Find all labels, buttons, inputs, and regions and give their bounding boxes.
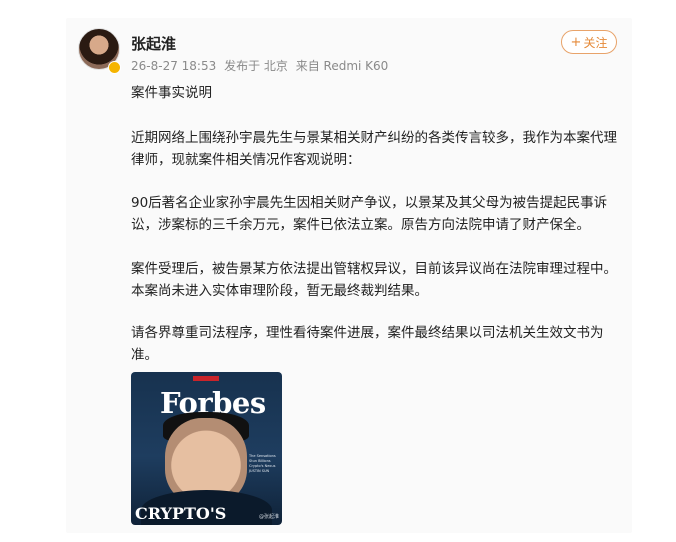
post-device: 来自 Redmi K60 (295, 59, 389, 73)
post-paragraph: 请各界尊重司法程序，理性看待案件进展，案件最终结果以司法机关生效文书为 准。 (131, 322, 621, 366)
post-text-line: 案件受理后，被告景某方依法提出管辖权异议，目前该异议尚在法院审理过程中。 (131, 261, 617, 277)
post-text-line: 律师，现就案件相关情况作客观说明： (131, 152, 361, 168)
cover-headline: CRYPTO'S (135, 504, 227, 523)
verified-badge-icon (108, 61, 121, 74)
cover-blurb: The Sensations Stun Billions Crypto's Ne… (249, 454, 276, 473)
post-text-line: 90后著名企业家孙宇晨先生因相关财产争议，以景某及其父母为被告提起民事诉 (131, 195, 608, 211)
post-location: 发布于 北京 (224, 59, 288, 73)
image-watermark: @张起淮 (259, 514, 280, 520)
plus-icon: + (570, 34, 582, 50)
post-text-line: 本案尚未进入实体审理阶段，暂无最终裁判结果。 (131, 283, 428, 299)
post-meta: 26-8-27 18:53 发布于 北京 来自 Redmi K60 (131, 57, 392, 74)
post-paragraph: 90后著名企业家孙宇晨先生因相关财产争议，以景某及其父母为被告提起民事诉 讼，涉… (131, 192, 621, 236)
post-text-line: 讼，涉案标的三千余万元，案件已依法立案。原告方向法院申请了财产保全。 (131, 217, 590, 233)
post-text-line: 准。 (131, 347, 158, 363)
post-paragraph: 近期网络上围绕孙宇晨先生与景某相关财产纠纷的各类传言较多，我作为本案代理 律师，… (131, 127, 621, 171)
cover-tag (193, 376, 219, 381)
follow-button[interactable]: + 关注 (561, 30, 617, 54)
post-paragraph: 案件受理后，被告景某方依法提出管辖权异议，目前该异议尚在法院审理过程中。 本案尚… (131, 258, 621, 302)
post-heading: 案件事实说明 (131, 82, 621, 104)
username[interactable]: 张起淮 (131, 33, 176, 54)
follow-label: 关注 (583, 35, 608, 50)
post-text-line: 近期网络上围绕孙宇晨先生与景某相关财产纠纷的各类传言较多，我作为本案代理 (131, 130, 617, 146)
post-text-line: 案件事实说明 (131, 85, 212, 101)
post-text-line: 请各界尊重司法程序，理性看待案件进展，案件最终结果以司法机关生效文书为 (131, 325, 604, 341)
post-date: 26-8-27 18:53 (131, 59, 217, 73)
post-image[interactable]: Forbes The Sensations Stun Billions Cryp… (131, 372, 282, 525)
